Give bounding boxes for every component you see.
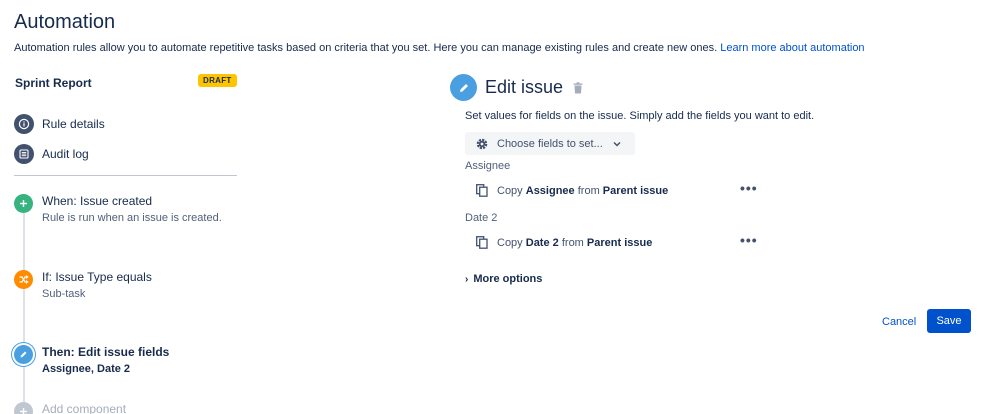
field-label-assignee: Assignee: [465, 160, 511, 172]
divider: [14, 175, 237, 176]
step-trigger[interactable]: When: Issue created Rule is run when an …: [14, 194, 222, 225]
editor-description: Set values for fields on the issue. Simp…: [465, 110, 815, 122]
trash-icon[interactable]: [573, 81, 583, 94]
field-source: Parent issue: [586, 236, 653, 249]
field-more-menu[interactable]: •••: [740, 232, 758, 248]
chevron-down-icon: [613, 141, 621, 147]
chevron-right-icon: ›: [465, 273, 469, 285]
status-badge: DRAFT: [198, 74, 237, 87]
info-icon: [14, 114, 34, 134]
field-row-assignee: Copy Assignee from Parent issue: [476, 184, 668, 197]
step-condition[interactable]: If: Issue Type equals Sub-task: [14, 270, 152, 301]
list-icon: [14, 144, 34, 164]
rule-name: Sprint Report: [15, 76, 92, 90]
copy-icon: [476, 236, 488, 249]
add-component[interactable]: Add component: [14, 402, 126, 414]
field-name: Date 2: [525, 236, 559, 249]
gear-icon: [476, 138, 488, 149]
nav-rule-details-label: Rule details: [42, 117, 105, 131]
nav-audit-log[interactable]: Audit log: [14, 144, 89, 164]
more-options-label: More options: [473, 273, 543, 285]
step-title: When: Issue created: [42, 194, 153, 208]
add-component-label: Add component: [42, 402, 127, 414]
copy-icon: [476, 184, 488, 197]
more-options-toggle[interactable]: › More options: [465, 273, 542, 285]
field-row-date-2: Copy Date 2 from Parent issue: [476, 236, 652, 249]
shuffle-icon: [14, 270, 33, 289]
choose-fields-label: Choose fields to set...: [497, 137, 603, 150]
nav-audit-log-label: Audit log: [42, 147, 89, 161]
field-name: Assignee: [525, 184, 575, 197]
step-title: Then: Edit issue fields: [42, 345, 170, 359]
step-subtitle: Sub-task: [42, 288, 86, 300]
choose-fields-dropdown[interactable]: Choose fields to set...: [465, 132, 635, 155]
plus-icon: [14, 402, 33, 414]
learn-more-link[interactable]: Learn more about automation: [720, 42, 864, 54]
field-label-date-2: Date 2: [465, 212, 498, 224]
step-subtitle: Rule is run when an issue is created.: [42, 212, 222, 224]
page-description-text: Automation rules allow you to automate r…: [14, 42, 718, 54]
field-more-menu[interactable]: •••: [740, 180, 758, 196]
page-description: Automation rules allow you to automate r…: [14, 42, 865, 54]
field-source: Parent issue: [602, 184, 669, 197]
nav-rule-details[interactable]: Rule details: [14, 114, 105, 134]
cancel-button[interactable]: Cancel: [874, 310, 924, 333]
pencil-icon: [450, 74, 477, 101]
field-prefix: Copy: [497, 184, 523, 197]
pencil-icon: [14, 345, 33, 364]
editor-header: Edit issue: [450, 74, 583, 101]
plus-icon: [14, 194, 33, 213]
step-action[interactable]: Then: Edit issue fields Assignee, Date 2: [14, 345, 169, 376]
step-subtitle: Assignee, Date 2: [42, 363, 131, 375]
field-middle: from: [561, 236, 584, 249]
field-prefix: Copy: [497, 236, 523, 249]
field-middle: from: [577, 184, 600, 197]
editor-title: Edit issue: [485, 77, 564, 97]
save-button[interactable]: Save: [927, 309, 971, 333]
step-title: If: Issue Type equals: [42, 270, 152, 284]
timeline-line: [23, 213, 25, 413]
page-title: Automation: [14, 11, 116, 33]
